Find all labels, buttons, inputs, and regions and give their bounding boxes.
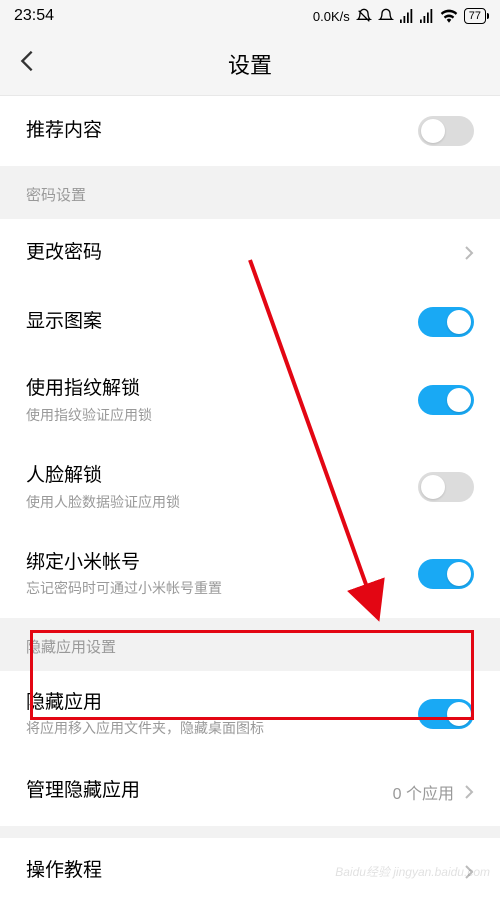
row-value: 0 个应用 [393, 780, 454, 804]
row-bind-mi-account[interactable]: 绑定小米帐号 忘记密码时可通过小米帐号重置 [0, 531, 500, 618]
battery-icon: 77 [464, 8, 486, 24]
section-header-hidden: 隐藏应用设置 [0, 618, 500, 671]
network-speed: 0.0K/s [313, 9, 350, 24]
status-time: 23:54 [14, 7, 54, 25]
header: 设置 [0, 32, 500, 96]
chevron-left-icon [20, 49, 34, 73]
wifi-icon [440, 9, 458, 23]
toggle-face[interactable] [418, 472, 474, 502]
row-hide-apps[interactable]: 隐藏应用 将应用移入应用文件夹，隐藏桌面图标 [0, 671, 500, 758]
watermark: Baidu经验 jingyan.baidu.com [335, 863, 490, 880]
row-subtitle: 使用人脸数据验证应用锁 [26, 493, 418, 511]
bell-icon [378, 8, 394, 24]
row-title: 更改密码 [26, 241, 464, 266]
row-subtitle: 将应用移入应用文件夹，隐藏桌面图标 [26, 719, 418, 737]
row-subtitle: 使用指纹验证应用锁 [26, 406, 418, 424]
row-title: 人脸解锁 [26, 464, 418, 489]
row-title: 绑定小米帐号 [26, 551, 418, 576]
signal-icon-2 [420, 9, 434, 23]
row-title: 推荐内容 [26, 119, 418, 144]
row-title: 隐藏应用 [26, 691, 418, 716]
status-right: 0.0K/s 77 [313, 8, 486, 24]
toggle-hide-apps[interactable] [418, 699, 474, 729]
back-button[interactable] [0, 49, 54, 78]
page-title: 设置 [228, 48, 272, 80]
row-title: 显示图案 [26, 310, 418, 335]
row-title: 管理隐藏应用 [26, 779, 393, 804]
signal-icon [400, 9, 414, 23]
row-title: 使用指纹解锁 [26, 377, 418, 402]
toggle-bind-mi[interactable] [418, 559, 474, 589]
chevron-right-icon [464, 245, 474, 261]
row-face-unlock[interactable]: 人脸解锁 使用人脸数据验证应用锁 [0, 444, 500, 531]
row-fingerprint[interactable]: 使用指纹解锁 使用指纹验证应用锁 [0, 357, 500, 444]
toggle-fingerprint[interactable] [418, 385, 474, 415]
toggle-recommend[interactable] [418, 116, 474, 146]
row-recommend[interactable]: 推荐内容 [0, 96, 500, 166]
status-bar: 23:54 0.0K/s 77 [0, 0, 500, 32]
row-manage-hidden[interactable]: 管理隐藏应用 0 个应用 [0, 758, 500, 826]
section-header-password: 密码设置 [0, 166, 500, 219]
row-subtitle: 忘记密码时可通过小米帐号重置 [26, 579, 418, 597]
dnd-icon [356, 8, 372, 24]
toggle-show-pattern[interactable] [418, 307, 474, 337]
row-show-pattern[interactable]: 显示图案 [0, 287, 500, 357]
chevron-right-icon [464, 784, 474, 800]
row-change-password[interactable]: 更改密码 [0, 219, 500, 287]
